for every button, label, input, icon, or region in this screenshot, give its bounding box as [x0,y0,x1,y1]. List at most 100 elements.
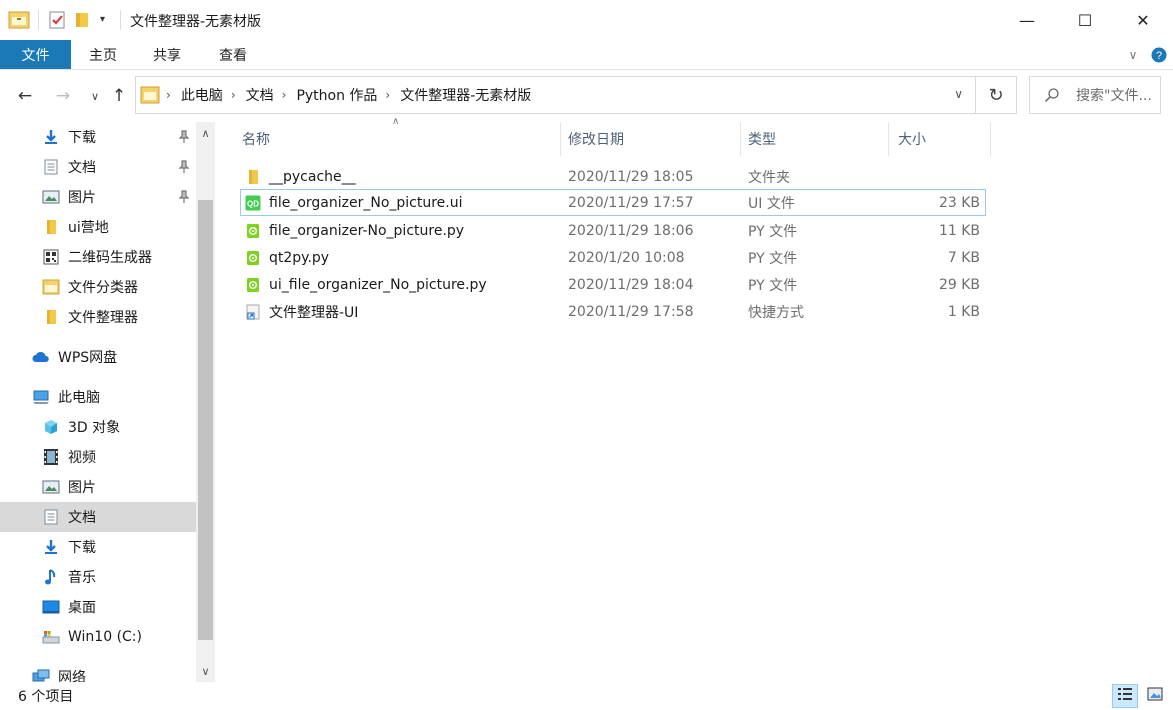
sidebar-item-drive-c[interactable]: Win10 (C:) [0,622,196,652]
folder-icon [42,218,60,236]
breadcrumb-current-folder[interactable]: 文件整理器-无素材版 [400,85,531,105]
column-header-name[interactable]: 名称 [242,122,560,156]
sidebar-item-network[interactable]: 网络 [0,662,196,682]
file-size: 29 KB [938,276,980,293]
sidebar-item-pictures-quick[interactable]: 图片 [0,182,196,212]
search-box[interactable]: 搜索"文件... [1029,76,1161,114]
column-header-date[interactable]: 修改日期 [568,122,740,156]
scroll-down-icon[interactable]: ∨ [196,662,215,680]
sidebar-item-videos[interactable]: 视频 [0,442,196,472]
pc-location-icon [140,86,160,104]
sidebar-item-label: 文档 [68,160,96,176]
sidebar-item-qrcode-generator[interactable]: 二维码生成器 [0,242,196,272]
python-file-icon [245,250,261,266]
folder-icon [42,308,60,326]
recent-locations-chevron-icon[interactable]: ∨ [82,84,108,108]
details-view-button[interactable] [1112,684,1138,708]
sidebar-item-label: 文档 [68,510,96,526]
address-bar[interactable]: › 此电脑 › 文档 › Python 作品 › 文件整理器-无素材版 ∨ [135,76,976,114]
sidebar-item-downloads-quick[interactable]: 下载 [0,122,196,152]
properties-icon[interactable] [48,10,66,30]
column-divider[interactable] [888,122,889,156]
file-row[interactable]: 文件整理器-UI 2020/11/29 17:58 快捷方式 1 KB [240,298,986,325]
breadcrumb-this-pc[interactable]: 此电脑 [181,85,223,105]
refresh-button[interactable]: ↻ [976,76,1017,114]
divider [120,10,121,30]
sidebar-item-file-classifier[interactable]: 文件分类器 [0,272,196,302]
sidebar-item-music[interactable]: 音乐 [0,562,196,592]
file-date: 2020/11/29 18:04 [568,276,694,293]
new-folder-icon[interactable] [74,10,90,30]
sidebar-scrollbar[interactable]: ∧ ∨ [196,122,215,682]
sidebar-item-3d-objects[interactable]: 3D 对象 [0,412,196,442]
sidebar-item-file-organizer[interactable]: 文件整理器 [0,302,196,332]
details-view-icon [1117,687,1133,705]
breadcrumb-documents[interactable]: 文档 [246,85,274,105]
large-icons-view-button[interactable] [1142,684,1168,708]
column-divider[interactable] [990,122,991,156]
sidebar-item-documents-quick[interactable]: 文档 [0,152,196,182]
sidebar-item-label: 文件整理器 [68,310,138,326]
search-icon [1044,87,1060,103]
address-history-chevron-icon[interactable]: ∨ [954,87,963,101]
sidebar-item-desktop[interactable]: 桌面 [0,592,196,622]
download-icon [42,538,60,556]
divider [38,10,39,30]
file-date: 2020/11/29 18:05 [568,168,694,185]
music-icon [42,568,60,586]
breadcrumb-separator-icon: › [385,88,391,102]
back-arrow-icon[interactable]: ← [12,84,38,108]
breadcrumb-python-works[interactable]: Python 作品 [296,85,377,105]
up-arrow-icon[interactable]: ↑ [106,84,132,108]
column-header-type[interactable]: 类型 [748,122,888,156]
help-icon[interactable]: ? [1149,40,1169,69]
minimize-button[interactable]: — [998,0,1056,40]
file-row[interactable]: qt2py.py 2020/1/20 10:08 PY 文件 7 KB [240,244,986,271]
close-icon: ✕ [1136,10,1150,30]
tab-home[interactable]: 主页 [80,40,126,69]
tab-share[interactable]: 共享 [144,40,190,69]
title-bar: ▾ 文件整理器-无素材版 — ☐ ✕ [0,0,1173,40]
file-date: 2020/11/29 17:58 [568,303,694,320]
sidebar-item-downloads[interactable]: 下载 [0,532,196,562]
sidebar-item-wps-cloud[interactable]: WPS网盘 [0,342,196,372]
python-file-icon [245,277,261,293]
sidebar-item-label: 网络 [58,670,86,682]
sidebar-item-ui-camp[interactable]: ui营地 [0,212,196,242]
sidebar-item-documents[interactable]: 文档 [0,502,196,532]
file-row[interactable]: file_organizer-No_picture.py 2020/11/29 … [240,217,986,244]
qt-designer-icon: QD [245,195,261,211]
window-title: 文件整理器-无素材版 [130,14,262,30]
maximize-button[interactable]: ☐ [1056,0,1114,40]
scroll-up-icon[interactable]: ∧ [196,124,215,142]
cube-icon [42,418,60,436]
scrollbar-thumb[interactable] [198,200,213,640]
column-divider[interactable] [740,122,741,156]
close-button[interactable]: ✕ [1114,0,1172,40]
file-size: 23 KB [938,194,980,211]
expand-ribbon-chevron-icon[interactable]: ∨ [1124,40,1142,69]
file-row[interactable]: QD file_organizer_No_picture.ui 2020/11/… [240,189,986,216]
svg-text:?: ? [1156,50,1162,62]
minimize-icon: — [1019,10,1035,30]
file-type: PY 文件 [748,250,798,267]
column-header-size[interactable]: 大小 [898,122,990,156]
file-row[interactable]: ui_file_organizer_No_picture.py 2020/11/… [240,271,986,298]
computer-icon [32,388,50,406]
navigation-pane: 下载 文档 图片 ui营地 二维码生成器 文件分类器 文件整理器 WPS网盘 此… [0,122,196,682]
search-placeholder: 搜索"文件... [1076,88,1152,104]
customize-toolbar-icon[interactable]: ▾ [100,14,105,34]
ribbon-tabs: 文件 主页 共享 查看 ∨ ? [0,40,1173,70]
forward-arrow-icon[interactable]: → [50,84,76,108]
tab-view[interactable]: 查看 [210,40,256,69]
file-size: 11 KB [938,222,980,239]
sidebar-item-this-pc[interactable]: 此电脑 [0,382,196,412]
file-name: qt2py.py [269,249,330,266]
column-divider[interactable] [560,122,561,156]
file-name: file_organizer_No_picture.ui [269,194,463,211]
video-icon [42,448,60,466]
sidebar-item-pictures[interactable]: 图片 [0,472,196,502]
tab-file[interactable]: 文件 [0,40,71,69]
file-row[interactable]: __pycache__ 2020/11/29 18:05 文件夹 [240,163,986,190]
drive-icon [42,628,60,646]
